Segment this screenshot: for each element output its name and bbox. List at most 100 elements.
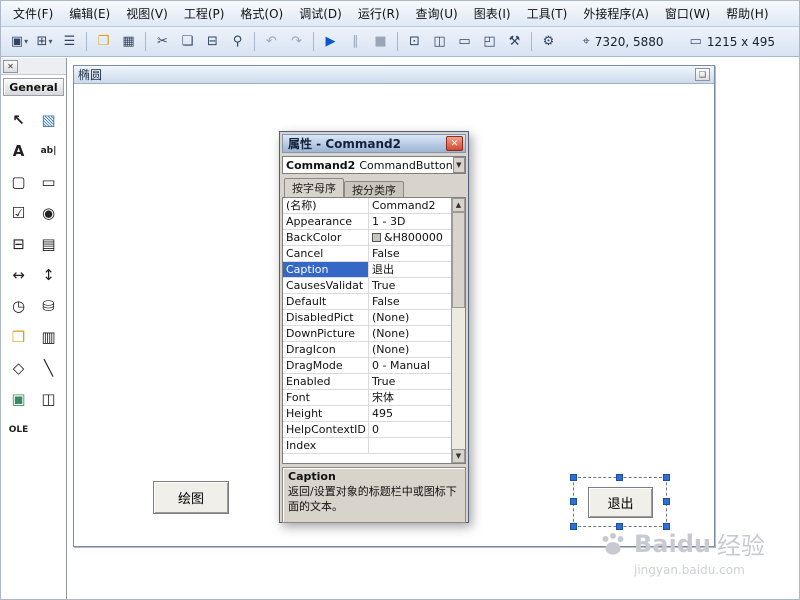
menu-run[interactable]: 运行(R) [350,2,408,26]
scroll-up-icon[interactable]: ▲ [452,198,465,212]
tool-optionbutton[interactable]: ◉ [35,201,63,225]
menu-window[interactable]: 窗口(W) [657,2,718,26]
add-form-button[interactable]: ⊞ ▾ [33,30,56,53]
properties-window-button[interactable]: ◫ [428,30,451,53]
tool-commandbutton[interactable]: ▭ [35,170,63,194]
menu-debug[interactable]: 调试(D) [291,2,350,26]
menu-diagram[interactable]: 图表(I) [466,2,519,26]
menu-query[interactable]: 查询(U) [408,2,466,26]
toolbar-separator [86,32,87,51]
scrollbar-thumb[interactable] [452,212,465,308]
property-description: Caption 返回/设置对象的标题栏中或图标下面的文本。 [282,467,466,523]
property-row: Appearance 1 - 3D [283,214,451,230]
toolbar-separator [145,32,146,51]
object-browser-icon: ◰ [483,34,496,49]
draw-button[interactable]: 绘图 [153,481,229,514]
tab-alphabetic[interactable]: 按字母序 [284,178,344,197]
project-explorer-icon: ⊡ [409,34,420,49]
save-project-button[interactable]: ▦ [117,30,140,53]
tool-combobox[interactable]: ⊟ [5,232,33,256]
object-selector[interactable]: Command2 CommandButton ▼ [282,156,466,174]
find-icon: ⚲ [232,34,243,49]
properties-titlebar[interactable]: 属性 - Command2 ✕ [282,134,466,153]
form-title: 椭圆 [78,68,103,82]
cut-button[interactable]: ✂ [151,30,174,53]
copy-button[interactable]: ❏ [176,30,199,53]
menu-help[interactable]: 帮助(H) [718,2,776,26]
tool-frame[interactable]: ▢ [5,170,33,194]
find-button[interactable]: ⚲ [226,30,249,53]
add-form-icon: ⊞ [36,34,48,49]
redo-button[interactable]: ↷ [285,30,308,53]
property-grid-scrollbar[interactable]: ▲ ▼ [451,198,465,463]
toolbox-header: ✕ [1,58,66,75]
tool-dirlistbox[interactable]: ❒ [5,325,33,349]
tool-data[interactable]: ◫ [35,387,63,411]
watermark-domain: jingyan.baidu.com [634,563,745,577]
menu-project[interactable]: 工程(P) [176,2,233,26]
tool-vscrollbar[interactable]: ↕ [35,263,63,287]
tool-hscrollbar[interactable]: ↔ [5,263,33,287]
resize-handle-ne[interactable] [663,474,670,481]
menu-format[interactable]: 格式(O) [232,2,291,26]
open-project-icon: ❐ [97,34,110,49]
tool-shape[interactable]: ◇ [5,356,33,380]
toolbox-tab-general[interactable]: General [3,78,64,96]
toolbox-button[interactable]: ⚒ [503,30,526,53]
textbox-icon: ab| [40,146,57,156]
end-button[interactable]: ■ [369,30,392,53]
tool-picturebox[interactable]: ▧ [35,108,63,132]
tool-pointer[interactable]: ↖ [5,108,33,132]
tool-image[interactable]: ▣ [5,387,33,411]
break-button[interactable]: ∥ [344,30,367,53]
resize-handle-w[interactable] [570,498,577,505]
tool-line[interactable]: ╲ [35,356,63,380]
form-window-button[interactable]: ❑ [695,68,710,81]
description-text: 返回/设置对象的标题栏中或图标下面的文本。 [288,484,457,513]
object-dropdown-arrow-icon[interactable]: ▼ [452,157,465,173]
resize-handle-nw[interactable] [570,474,577,481]
toolbox-close-button[interactable]: ✕ [3,59,18,73]
commandbutton-icon: ▭ [41,173,56,191]
scroll-down-icon[interactable]: ▼ [452,449,465,463]
data-icon: ◫ [41,390,56,408]
cut-icon: ✂ [157,34,168,49]
tool-filelistbox[interactable]: ▥ [35,325,63,349]
menu-tools[interactable]: 工具(T) [519,2,576,26]
object-browser-button[interactable]: ◰ [478,30,501,53]
add-project-button[interactable]: ▣ ▾ [8,30,31,53]
menu-editor-button[interactable]: ☰ [58,30,81,53]
tool-drivelistbox[interactable]: ⛁ [35,294,63,318]
selection-frame[interactable]: 退出 [570,474,670,530]
resize-handle-e[interactable] [663,498,670,505]
property-row: Height 495 [283,406,451,422]
tool-textbox[interactable]: ab| [35,139,63,163]
project-explorer-button[interactable]: ⊡ [403,30,426,53]
tool-checkbox[interactable]: ☑ [5,201,33,225]
tool-listbox[interactable]: ▤ [35,232,63,256]
form-layout-button[interactable]: ▭ [453,30,476,53]
menu-editor-icon: ☰ [63,34,76,49]
form-titlebar[interactable]: 椭圆 ❑ [74,66,714,84]
resize-handle-n[interactable] [616,474,623,481]
tool-ole[interactable]: OLE [5,418,33,442]
undo-button[interactable]: ↶ [260,30,283,53]
menu-file[interactable]: 文件(F) [5,2,61,26]
data-view-button[interactable]: ⚙ [537,30,560,53]
watermark-suffix: 经验 [717,532,765,560]
properties-close-button[interactable]: ✕ [446,136,463,151]
tool-timer[interactable]: ◷ [5,294,33,318]
menu-addins[interactable]: 外接程序(A) [575,2,657,26]
toolbox-grid: ↖ ▧ A ab| ▢ ▭ ☑ ◉ ⊟ ▤ ↔ ↕ ◷ ⛁ ❒ ▥ ◇ ╲ ▣ … [1,98,66,442]
tab-categorized[interactable]: 按分类序 [344,181,404,197]
resize-handle-sw[interactable] [570,523,577,530]
menu-view[interactable]: 视图(V) [118,2,176,26]
tool-label[interactable]: A [5,139,33,163]
size-value: 1215 x 495 [706,34,775,49]
exit-button[interactable]: 退出 [588,487,653,518]
open-project-button[interactable]: ❐ [92,30,115,53]
paste-button[interactable]: ⊟ [201,30,224,53]
menu-edit[interactable]: 编辑(E) [61,2,118,26]
start-button[interactable]: ▶ [319,30,342,53]
pointer-icon: ↖ [12,111,25,129]
